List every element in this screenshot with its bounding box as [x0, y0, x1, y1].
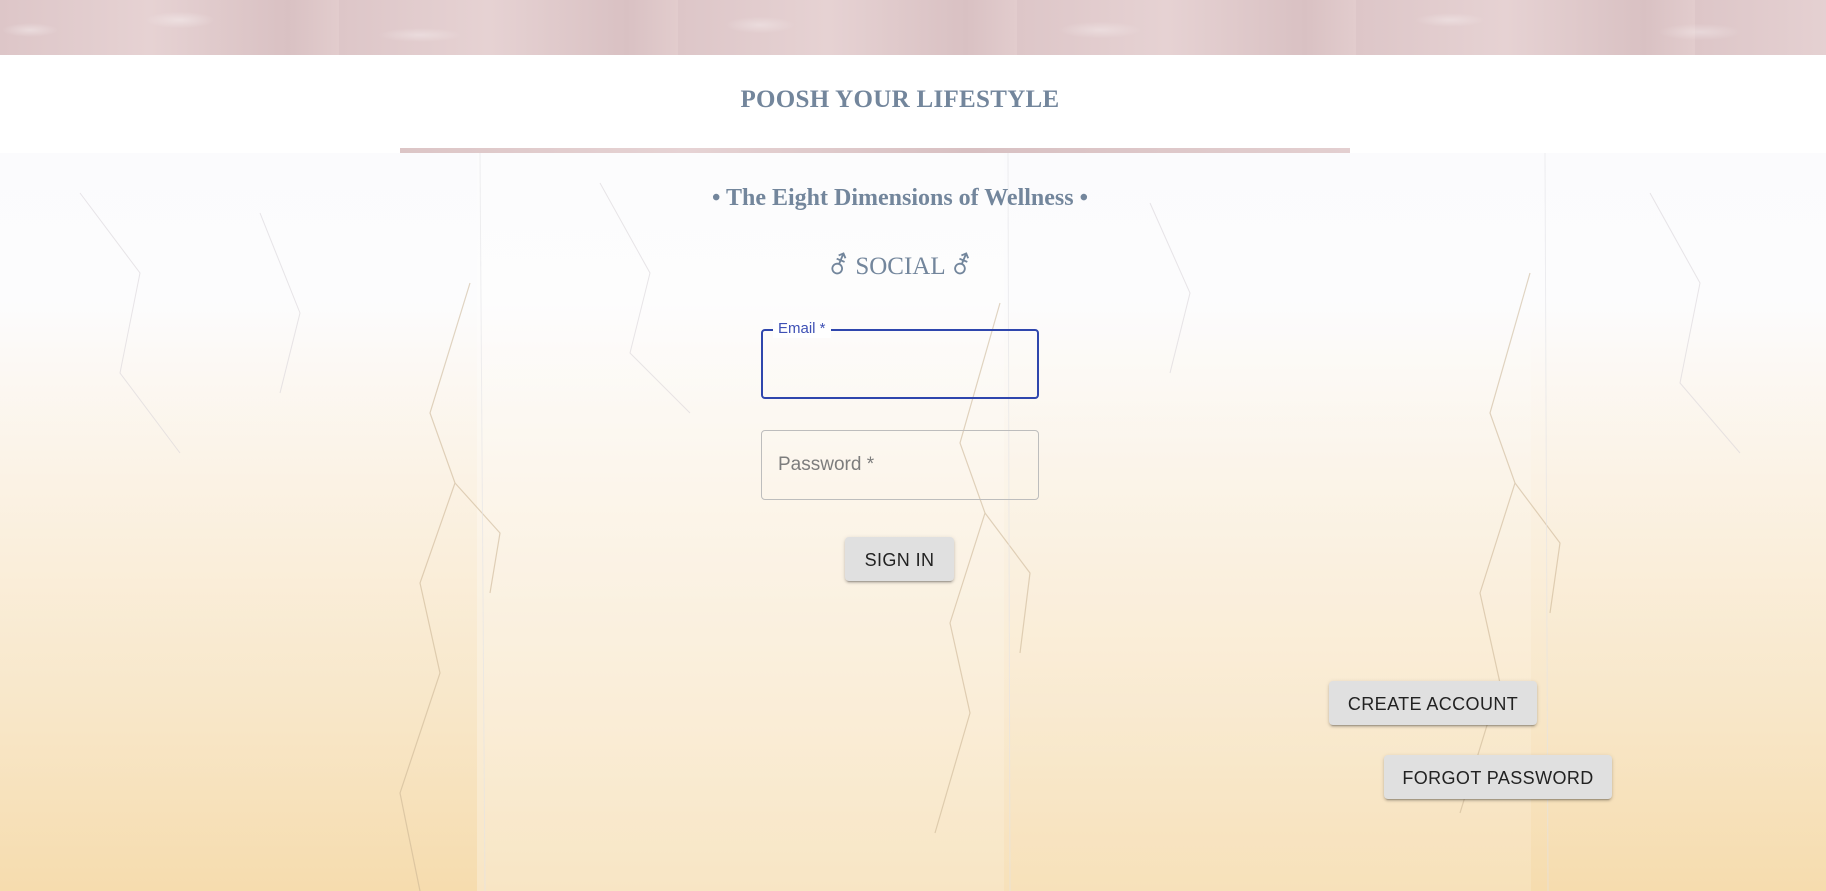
- email-input[interactable]: [777, 345, 1027, 385]
- email-field[interactable]: Email *: [761, 320, 1039, 399]
- wellness-subtitle: • The Eight Dimensions of Wellness •: [712, 185, 1088, 211]
- dimension-heading: ⚦ SOCIAL ⚦: [0, 251, 1800, 281]
- gender-symbol-icon: ⚦: [828, 253, 850, 280]
- password-input[interactable]: [776, 445, 1026, 485]
- create-account-button[interactable]: CREATE ACCOUNT: [1329, 681, 1537, 725]
- top-banner-image: [0, 0, 1826, 55]
- password-field[interactable]: Password *: [761, 430, 1039, 500]
- sign-in-button[interactable]: SIGN IN: [845, 537, 954, 581]
- email-label: Email *: [773, 320, 831, 338]
- forgot-password-button[interactable]: FORGOT PASSWORD: [1384, 755, 1612, 799]
- site-title: POOSH YOUR LIFESTYLE: [740, 86, 1060, 113]
- dimension-label: SOCIAL: [855, 253, 945, 280]
- gender-symbol-icon: ⚦: [950, 253, 972, 280]
